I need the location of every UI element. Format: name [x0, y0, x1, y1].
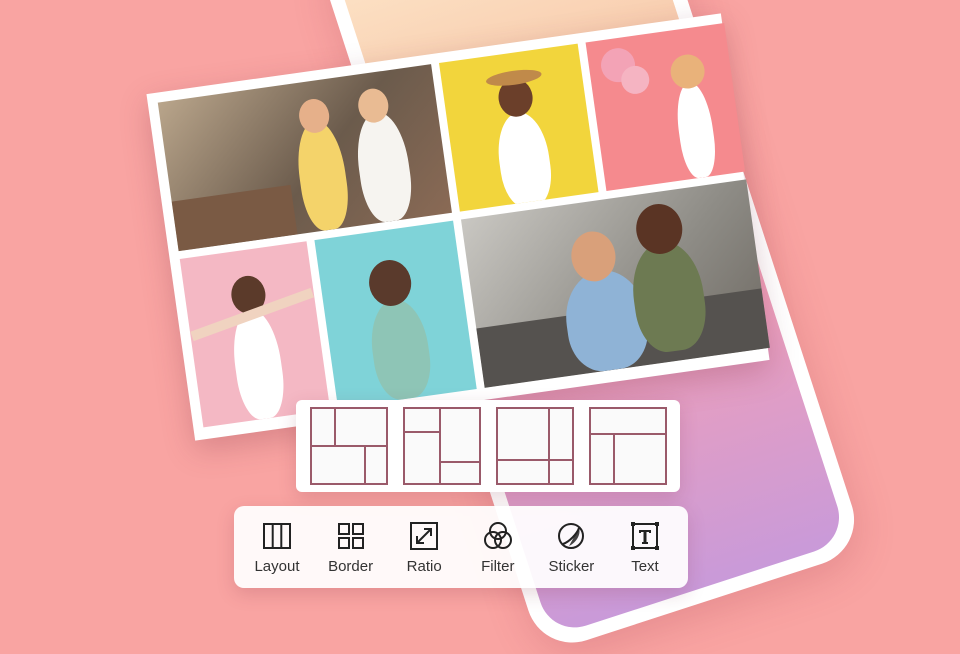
person-figure	[351, 108, 417, 225]
layout-template-3[interactable]	[495, 407, 574, 485]
filter-tool-button[interactable]: Filter	[463, 520, 533, 575]
person-figure	[492, 109, 556, 211]
ratio-tool-button[interactable]: Ratio	[389, 520, 459, 575]
border-icon	[337, 522, 364, 549]
border-tool-label: Border	[328, 557, 374, 575]
layout-template-4[interactable]	[588, 407, 667, 485]
layout-templates	[296, 400, 680, 492]
sticker-tool-button[interactable]: Sticker	[536, 520, 606, 575]
text-tool-button[interactable]: Text	[610, 520, 680, 575]
sticker-icon	[558, 522, 585, 549]
person-figure	[672, 80, 720, 180]
collage-photo-girl-yellow-hat[interactable]	[438, 43, 599, 212]
layout-icon	[263, 522, 291, 549]
editor-toolbar: Layout Border Ratio Filter Sticker Text	[234, 506, 688, 588]
collage-photo-girl-surprised[interactable]	[314, 220, 477, 409]
person-head	[668, 52, 707, 91]
filter-tool-label: Filter	[481, 557, 515, 575]
layout-tool-button[interactable]: Layout	[242, 520, 312, 575]
collage-photo-woman-balloons[interactable]	[585, 22, 746, 191]
ratio-icon	[410, 521, 439, 550]
filter-icon	[483, 521, 512, 549]
text-tool-label: Text	[631, 557, 659, 575]
person-head	[366, 257, 415, 309]
layout-template-2[interactable]	[402, 407, 481, 485]
collage-photo-shopping-friends[interactable]	[157, 64, 452, 252]
sticker-tool-label: Sticker	[548, 557, 595, 575]
ratio-tool-label: Ratio	[406, 557, 442, 575]
text-icon	[630, 521, 659, 550]
layout-tool-label: Layout	[254, 557, 300, 575]
collage-photo-couple-sofa[interactable]	[460, 179, 770, 388]
person-figure	[292, 117, 353, 234]
border-tool-button[interactable]: Border	[316, 520, 386, 575]
person-figure	[365, 295, 436, 403]
wooden-fence	[171, 184, 298, 252]
layout-template-1[interactable]	[309, 407, 388, 485]
